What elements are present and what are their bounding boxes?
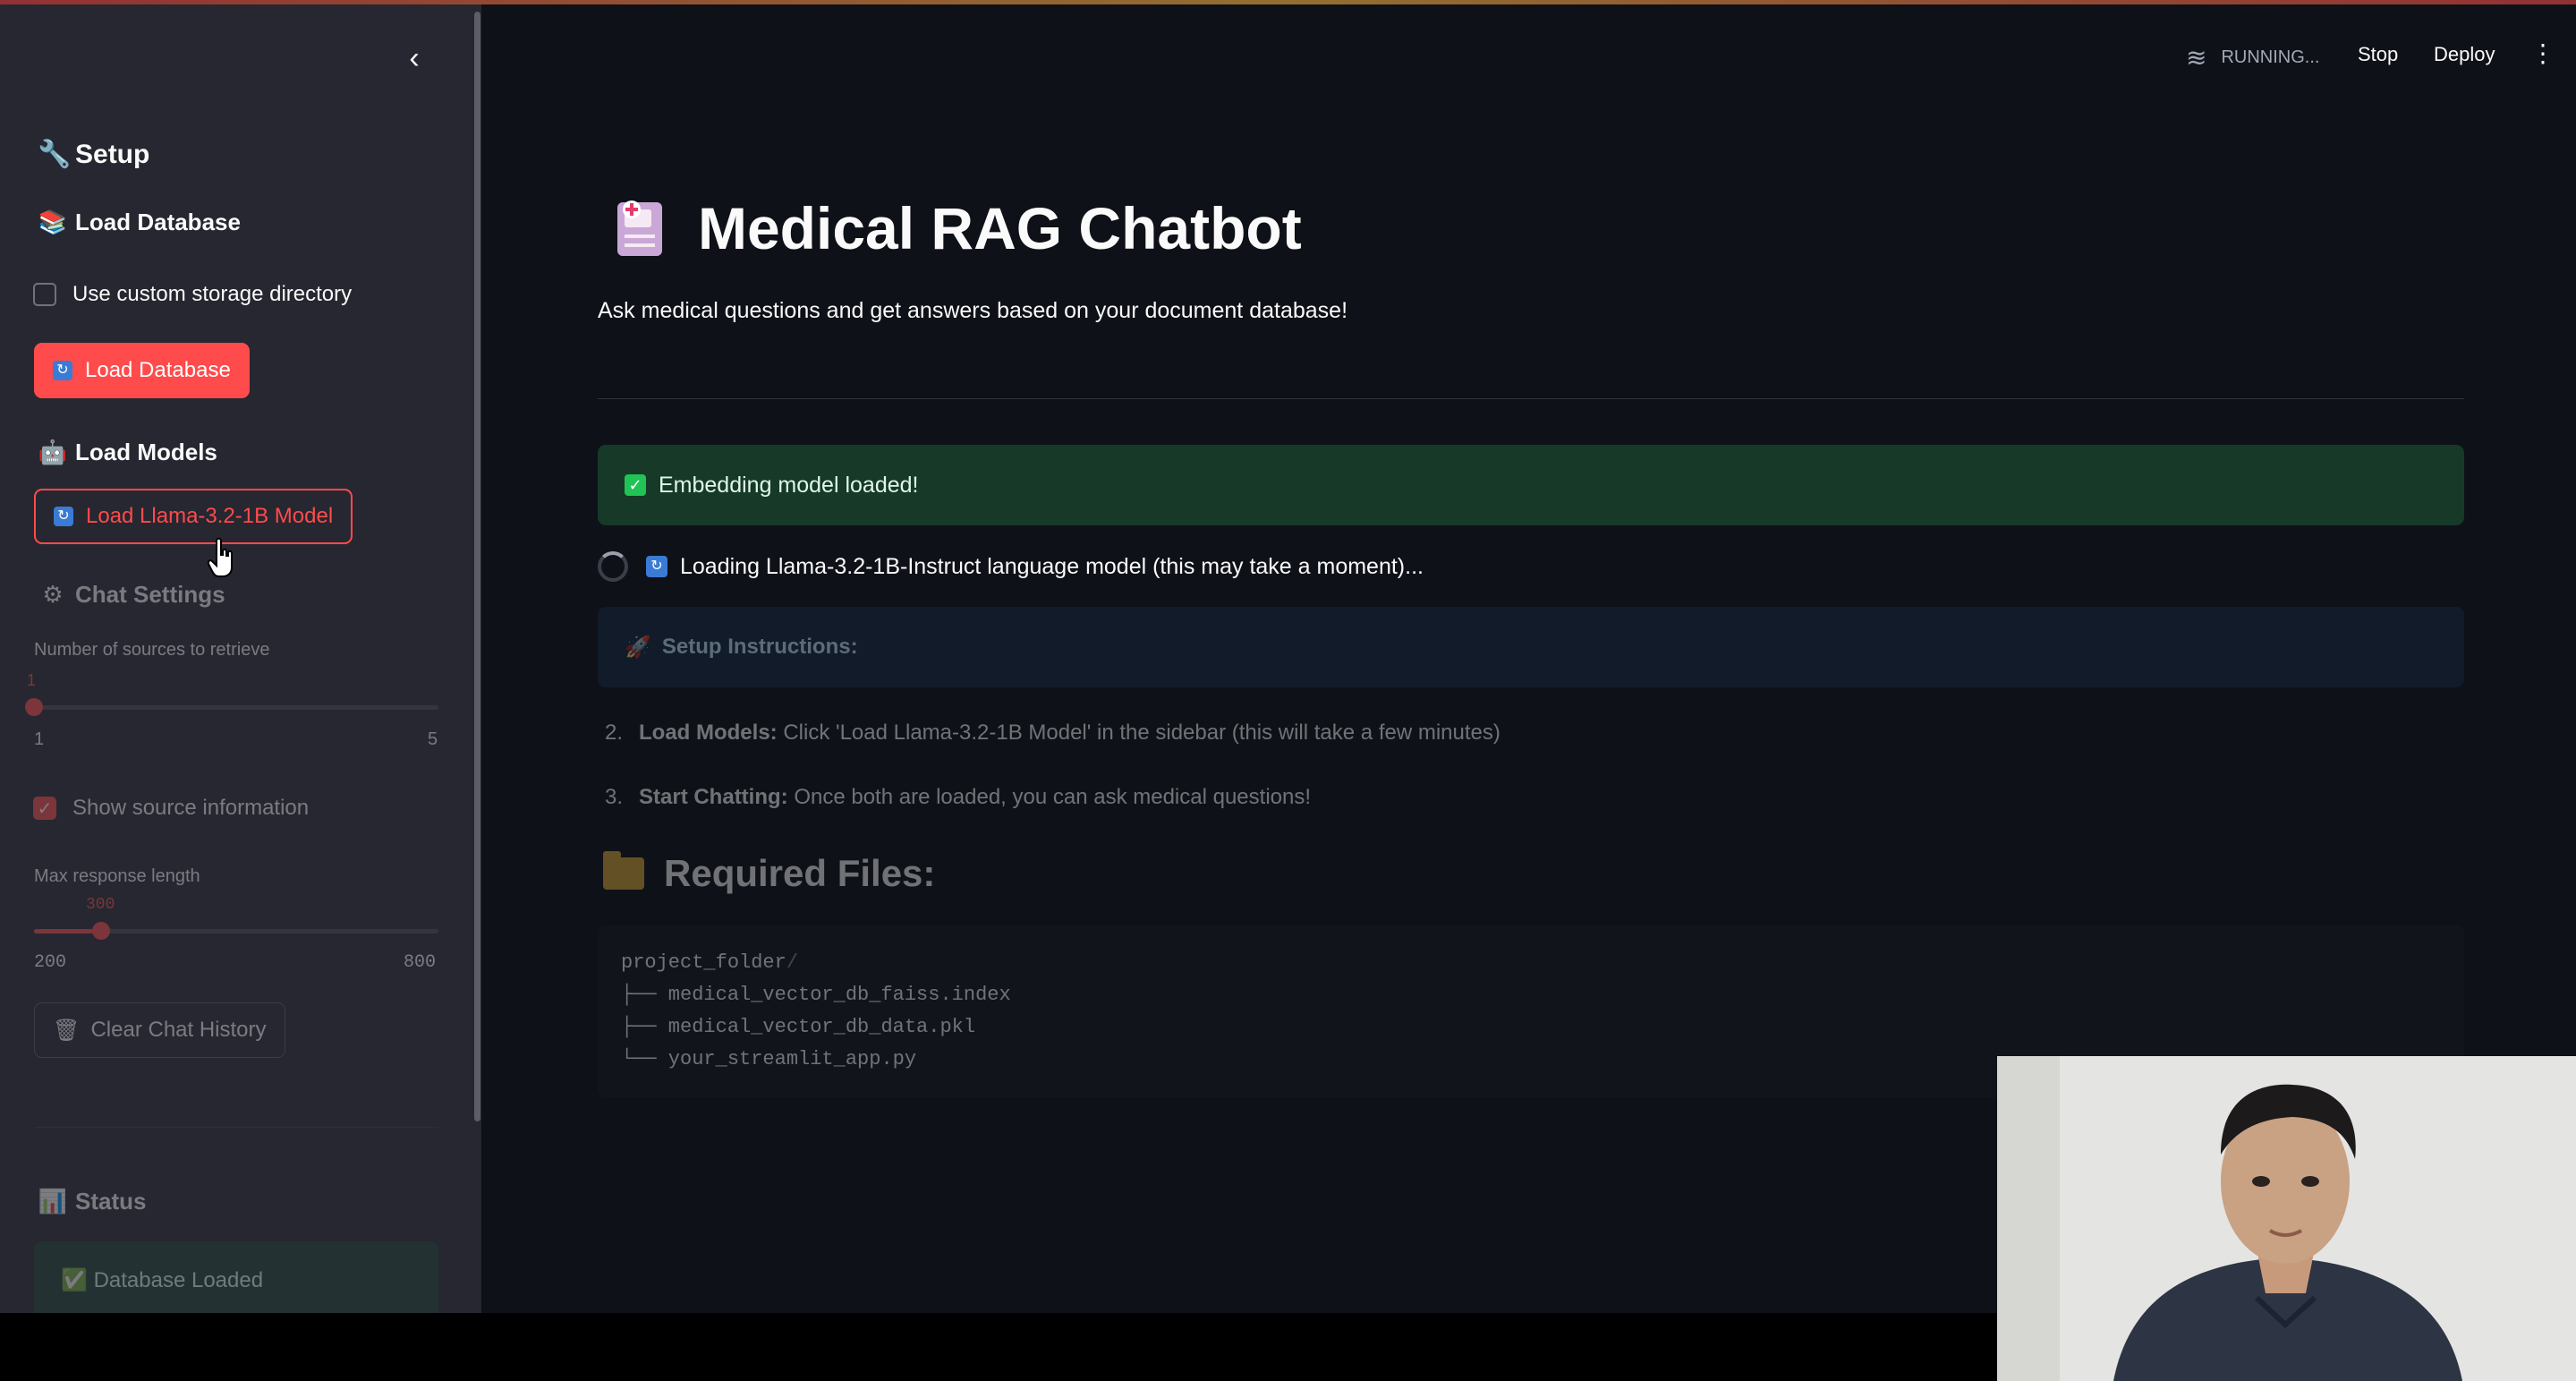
- load-database-button[interactable]: ↻ Load Database: [34, 343, 250, 398]
- load-models-heading: 🤖 Load Models: [38, 439, 217, 465]
- show-source-checkbox[interactable]: ✓ Show source information: [33, 793, 309, 823]
- sidebar-divider: [34, 1127, 438, 1128]
- sources-slider-max: 5: [428, 729, 438, 749]
- list-item: 3. Start Chatting: Once both are loaded, …: [605, 785, 1312, 809]
- presenter-webcam-image: [1997, 1056, 2576, 1381]
- length-slider-value: 300: [86, 896, 115, 914]
- page-title: Medical RAG Chatbot: [612, 194, 1302, 262]
- refresh-icon: ↻: [54, 507, 73, 526]
- success-alert: ✓ Embedding model loaded!: [598, 445, 2464, 525]
- length-slider-label: Max response length: [34, 866, 200, 886]
- sidebar: ‹ 🔧 Setup 📚 Load Database Use custom stora…: [0, 4, 481, 1313]
- status-heading: 📊 Status: [38, 1188, 147, 1215]
- books-icon: 📚: [38, 209, 68, 235]
- hand-cursor-icon: [208, 537, 233, 577]
- length-slider-thumb[interactable]: [92, 922, 111, 940]
- stop-button[interactable]: Stop: [2358, 43, 2398, 66]
- code-line: ├── medical_vector_db_data.pkl: [621, 1016, 976, 1038]
- app-header: ≋ RUNNING... Stop Deploy ⋮: [481, 4, 2576, 103]
- check-icon: ✅: [61, 1268, 94, 1292]
- sidebar-scrollbar[interactable]: [474, 12, 480, 1121]
- refresh-icon: ↻: [53, 361, 72, 380]
- spinner-icon: [598, 551, 628, 582]
- load-database-heading: 📚 Load Database: [38, 209, 241, 235]
- deploy-button[interactable]: Deploy: [2434, 43, 2495, 66]
- clear-history-button[interactable]: 🗑 Clear Chat History: [34, 1002, 285, 1058]
- sources-slider-thumb[interactable]: [25, 698, 43, 716]
- bar-chart-icon: 📊: [38, 1188, 68, 1215]
- length-slider-min: 200: [34, 952, 67, 973]
- trash-icon: 🗑: [53, 1018, 81, 1043]
- check-icon: ✓: [625, 474, 646, 496]
- running-status: ≋ RUNNING...: [2186, 44, 2320, 72]
- checkbox-box[interactable]: ✓: [33, 797, 56, 820]
- refresh-icon: ↻: [646, 556, 667, 577]
- code-line: ├── medical_vector_db_faiss.index: [621, 984, 1011, 1006]
- length-slider-max: 800: [404, 952, 437, 973]
- sources-slider-min: 1: [34, 729, 45, 749]
- length-slider-fill: [34, 929, 102, 933]
- webcam-overlay: [1997, 1056, 2576, 1381]
- setup-instructions-box: 🚀 Setup Instructions:: [598, 607, 2464, 687]
- gear-icon: ⚙: [42, 581, 64, 608]
- wrench-icon: 🔧: [38, 140, 72, 169]
- robot-icon: 🤖: [38, 439, 68, 465]
- custom-storage-checkbox[interactable]: Use custom storage directory: [33, 279, 352, 310]
- sources-slider[interactable]: [25, 698, 438, 716]
- checkbox-box[interactable]: [33, 283, 56, 306]
- load-model-button[interactable]: ↻ Load Llama-3.2-1B Model: [34, 489, 353, 544]
- loading-spinner-row: ↻ Loading Llama-3.2-1B-Instruct language…: [598, 550, 1424, 583]
- status-database-loaded: ✅ Database Loaded: [34, 1241, 438, 1313]
- list-item: 2. Load Models: Click 'Load Llama-3.2-1B …: [605, 720, 1501, 745]
- sources-slider-label: Number of sources to retrieve: [34, 640, 270, 660]
- kebab-menu-icon[interactable]: ⋮: [2530, 38, 2555, 68]
- setup-heading: 🔧 Setup: [38, 140, 150, 169]
- hospital-icon: [612, 197, 667, 260]
- sources-slider-value: 1: [27, 671, 37, 689]
- horizontal-divider: [598, 398, 2464, 399]
- code-line: project_folder/: [621, 951, 799, 974]
- chat-settings-heading: ⚙ Chat Settings: [38, 581, 225, 609]
- chevron-left-icon[interactable]: ‹: [401, 43, 428, 73]
- folder-icon: [603, 851, 644, 890]
- length-slider[interactable]: [34, 922, 438, 940]
- rocket-icon: 🚀: [625, 635, 651, 660]
- required-files-heading: Required Files:: [603, 851, 935, 895]
- swimmer-icon: ≋: [2186, 44, 2207, 72]
- page-subtitle: Ask medical questions and get answers ba…: [598, 298, 1348, 323]
